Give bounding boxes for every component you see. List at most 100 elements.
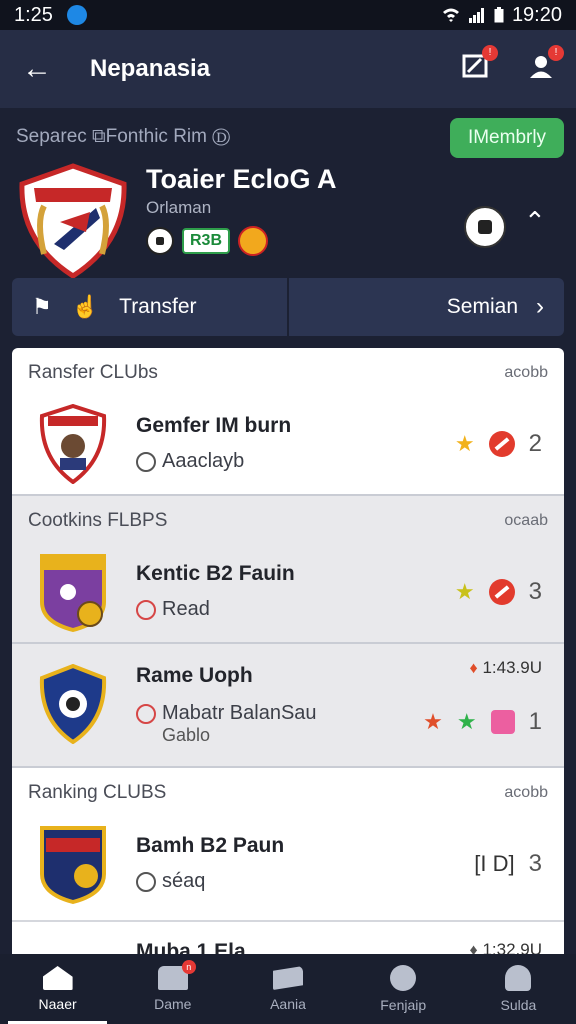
home-icon xyxy=(42,966,73,990)
club-sub-label: Read xyxy=(162,598,210,620)
no-entry-icon[interactable] xyxy=(488,579,515,605)
app-title: Nepanasia xyxy=(90,55,211,82)
star-icon[interactable]: ★ xyxy=(455,431,475,457)
profile-button[interactable]: ! xyxy=(528,44,564,86)
row-value: 3 xyxy=(528,850,542,877)
section-title: Cootkins FLBPS xyxy=(28,510,168,531)
club-code-chip: R3B xyxy=(182,228,231,254)
tab-semian[interactable]: Semian › xyxy=(287,278,564,336)
club-crest-icon xyxy=(40,826,106,904)
list-section: Cootkins FLBPS ocaab Kentic B2 Fauin Rea… xyxy=(12,496,564,768)
nav-chat[interactable]: Fenjaip xyxy=(346,954,461,1024)
profile-badge: ! xyxy=(548,44,564,61)
star-icon[interactable]: ★ xyxy=(457,709,477,735)
nav-badge: n xyxy=(181,960,196,974)
app-bar-actions: ! ! xyxy=(462,44,564,86)
club-name: Toaier EcloG A xyxy=(146,164,337,194)
score-time: ♦ 1:32.9U xyxy=(470,940,542,954)
list-item[interactable]: Bamh B2 Paun séaq [I D] 3 xyxy=(12,818,564,920)
status-right: 19:20 xyxy=(442,4,562,27)
no-entry-icon[interactable] xyxy=(488,431,515,457)
section-more-link[interactable]: ocaab xyxy=(504,512,548,530)
row-actions: ★ 2 xyxy=(455,430,542,458)
nav-games[interactable]: n Dame xyxy=(115,954,230,1024)
club-sub: Aaaclayb xyxy=(136,450,244,473)
section-more-link[interactable]: acobb xyxy=(504,784,548,802)
breadcrumb: Separec ⧉Fonthic Rim Ⓓ xyxy=(16,126,231,147)
news-badge: ! xyxy=(482,44,498,61)
marker-icon: ♦ xyxy=(469,942,478,954)
hand-icon: ☝ xyxy=(71,294,100,319)
nav-label: Naaer xyxy=(38,996,77,1012)
back-arrow-icon[interactable]: ← xyxy=(22,52,62,86)
nav-label: Fenjaip xyxy=(380,997,427,1013)
row-actions: ★ ★ 1 xyxy=(423,708,542,736)
tab-label: Transfer xyxy=(119,295,197,318)
game-icon: n xyxy=(157,960,196,990)
tab-transfer[interactable]: ⚑ ☝ Transfer xyxy=(12,278,287,336)
row-actions: ★ 3 xyxy=(455,578,542,606)
club-chips: R3B xyxy=(146,226,269,256)
nav-label: Aania xyxy=(270,996,306,1012)
list-section: Ranking CLUBS acobb Bamh B2 Paun séaq [I… xyxy=(12,768,564,954)
bracket-badge: [I D] xyxy=(474,851,515,876)
calendar-icon[interactable] xyxy=(490,710,515,734)
chevron-up-icon[interactable]: ⌃ xyxy=(524,206,546,237)
club-crest-icon xyxy=(39,404,107,484)
club-crest-logo xyxy=(19,163,127,279)
club-crest-icon xyxy=(39,664,107,744)
list-section: Ransfer CLUbs acobb Gemfer IM burn Aaacl… xyxy=(12,348,564,496)
section-header: Ranking CLUBS acobb xyxy=(12,768,564,818)
club-name: Bamh B2 Paun xyxy=(136,834,285,857)
status-circle-icon xyxy=(136,703,156,724)
news-button[interactable]: ! xyxy=(462,44,498,86)
user-icon xyxy=(505,965,532,991)
nav-label: Dame xyxy=(154,996,192,1012)
tab-label: Semian xyxy=(446,295,518,318)
bottom-nav: Naaer n Dame Aania Fenjaip Sulda xyxy=(0,954,576,1024)
club-crest-icon xyxy=(40,554,106,632)
score-time-label: 1:43.9U xyxy=(482,658,542,677)
status-time-right: 19:20 xyxy=(511,3,562,26)
app-notification-icon xyxy=(66,5,87,25)
section-header: Ransfer CLUbs acobb xyxy=(12,348,564,398)
status-time-left: 1:25 xyxy=(14,3,53,26)
flag-icon: ⚑ xyxy=(32,294,52,319)
status-bar: 1:25 19:20 xyxy=(0,0,576,30)
club-header: Separec ⧉Fonthic Rim Ⓓ IMembrly Toaier E… xyxy=(0,108,576,279)
chat-icon xyxy=(390,965,417,991)
star-icon[interactable]: ★ xyxy=(423,709,443,735)
section-header: Cootkins FLBPS ocaab xyxy=(12,496,564,546)
club-sub-label: Mabatr BalanSau xyxy=(162,702,317,724)
club-name: Kentic B2 Fauin xyxy=(136,562,295,585)
club-subtitle: Orlaman xyxy=(146,198,212,217)
list-item[interactable]: Muba 1 Ela ♦ 1:32.9U xyxy=(12,922,564,954)
club-sub: Mabatr BalanSau Gablo xyxy=(136,702,317,746)
nav-home[interactable]: Naaer xyxy=(0,954,115,1024)
score-time: ♦ 1:43.9U xyxy=(470,658,542,678)
section-more-link[interactable]: acobb xyxy=(504,364,548,382)
football-button-icon[interactable] xyxy=(464,206,506,248)
list-item[interactable]: Rame Uoph ♦ 1:43.9U Mabatr BalanSau Gabl… xyxy=(12,644,564,766)
club-sub-line: Mabatr BalanSau xyxy=(136,702,317,725)
tab-bar: ⚑ ☝ Transfer Semian › xyxy=(12,278,564,336)
club-sub-secondary: Gablo xyxy=(162,725,211,745)
club-name: Gemfer IM burn xyxy=(136,414,292,437)
status-circle-icon xyxy=(136,451,156,472)
row-value: 3 xyxy=(528,578,542,605)
battery-icon xyxy=(494,7,504,23)
section-title: Ranking CLUBS xyxy=(28,782,167,803)
marker-icon: ♦ xyxy=(469,660,478,677)
signal-icon xyxy=(468,8,484,23)
nav-news[interactable]: Aania xyxy=(230,954,345,1024)
star-icon[interactable]: ★ xyxy=(455,579,475,605)
list-item[interactable]: Gemfer IM burn Aaaclayb ★ 2 xyxy=(12,398,564,494)
status-circle-icon xyxy=(136,599,156,620)
section-title: Ransfer CLUbs xyxy=(28,362,158,383)
list-item[interactable]: Kentic B2 Fauin Read ★ 3 xyxy=(12,546,564,642)
membership-button[interactable]: IMembrly xyxy=(450,118,564,158)
football-icon xyxy=(146,227,174,255)
club-list: Ransfer CLUbs acobb Gemfer IM burn Aaacl… xyxy=(12,348,564,954)
club-sub-label: séaq xyxy=(162,870,206,892)
nav-profile[interactable]: Sulda xyxy=(461,954,576,1024)
